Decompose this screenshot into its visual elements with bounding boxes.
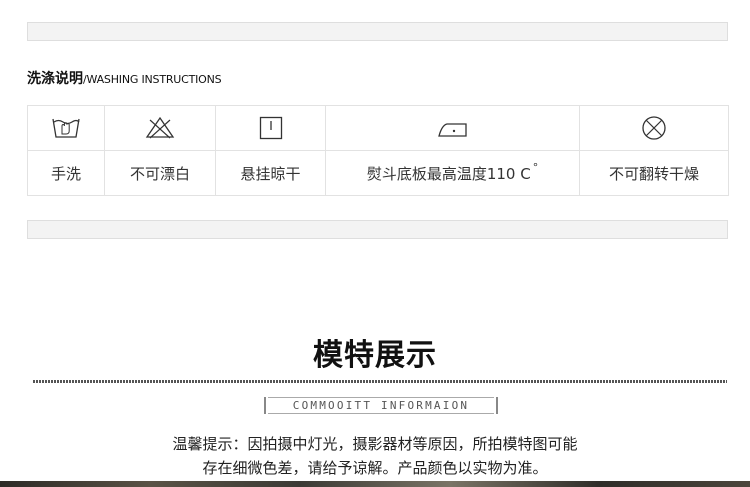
model-section-subtitle: COMMOOITT INFORMAION (264, 397, 498, 414)
wash-label-hand-wash: 手洗 (27, 150, 105, 196)
model-section-title: 模特展示 (313, 338, 437, 373)
wash-label-no-bleach: 不可漂白 (104, 150, 216, 196)
washing-instructions-table: 手洗 不可漂白 悬挂晾干 熨斗底板最高温度110 C ° 不可翻转干燥 (27, 105, 729, 196)
dotted-divider (33, 380, 727, 383)
washing-labels-row: 手洗 不可漂白 悬挂晾干 熨斗底板最高温度110 C ° 不可翻转干燥 (27, 150, 729, 196)
degree-symbol: ° (532, 160, 539, 174)
washing-icons-row (27, 105, 729, 151)
wash-label-iron-cell: 熨斗底板最高温度110 C ° (325, 150, 580, 196)
no-tumble-dry-icon (642, 116, 666, 140)
wash-cell-iron (325, 105, 580, 151)
notice-line-2: 存在细微色差，请给予谅解。产品颜色以实物为准。 (202, 459, 548, 477)
wash-cell-hang-dry (215, 105, 326, 151)
washing-title-cn: 洗涤说明 (27, 71, 83, 87)
model-photo-top-edge (0, 481, 750, 487)
washing-title-en: WASHING INSTRUCTIONS (86, 73, 222, 86)
wash-cell-no-tumble-dry (579, 105, 729, 151)
notice-line-1: 温馨提示：因拍摄中灯光，摄影器材等原因，所拍模特图可能 (172, 435, 578, 453)
divider-bar-top (27, 22, 728, 41)
divider-bar-bottom (27, 220, 728, 239)
wash-label-iron: 熨斗底板最高温度110 C (366, 164, 531, 183)
washing-instructions-heading: 洗涤说明/WASHING INSTRUCTIONS (27, 68, 222, 88)
iron-icon (437, 123, 467, 137)
no-bleach-icon (145, 116, 175, 139)
wash-label-hang-dry: 悬挂晾干 (215, 150, 326, 196)
wash-cell-hand-wash (27, 105, 105, 151)
wash-label-no-tumble-dry: 不可翻转干燥 (579, 150, 729, 196)
wash-cell-no-bleach (104, 105, 216, 151)
hand-wash-icon (52, 118, 80, 138)
hang-dry-icon (259, 116, 282, 140)
